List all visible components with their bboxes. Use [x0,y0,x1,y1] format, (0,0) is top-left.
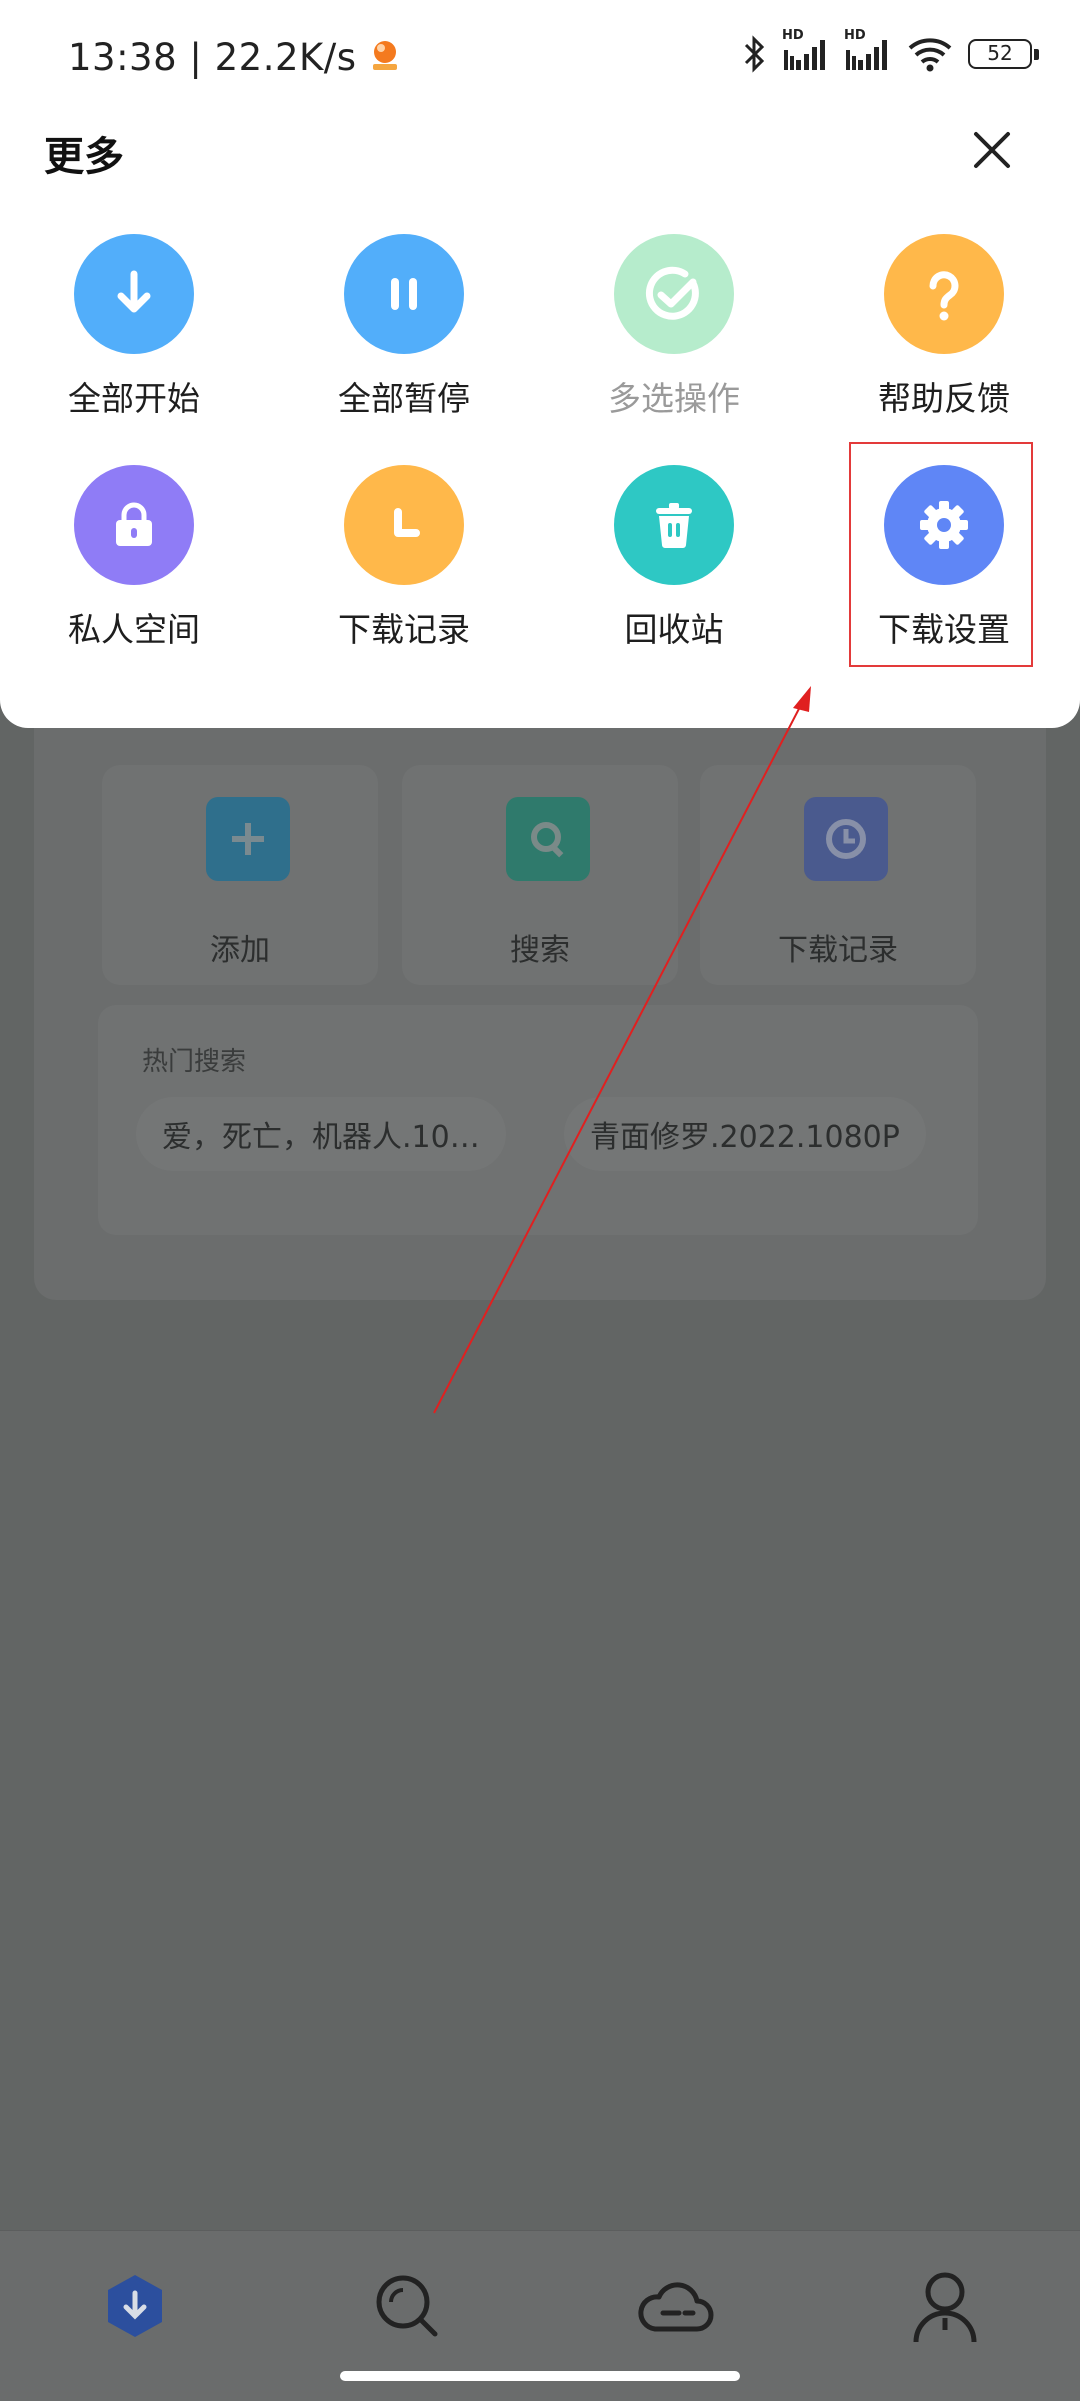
annotation-arrow [433,686,811,1414]
